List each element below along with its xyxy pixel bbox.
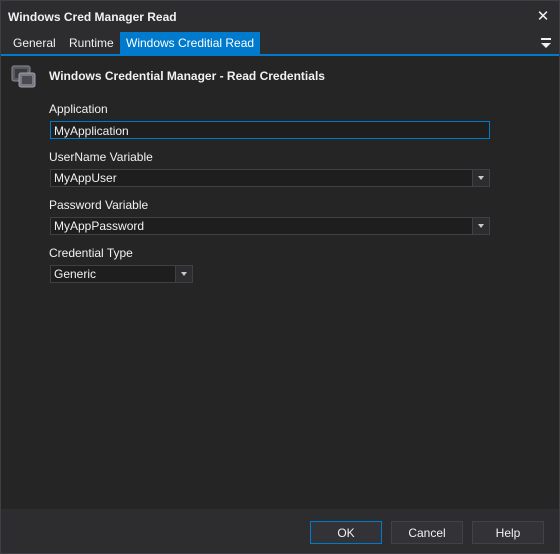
tab-content-panel: Windows Credential Manager - Read Creden… — [1, 56, 559, 509]
close-icon: ✕ — [536, 8, 550, 25]
tab-runtime[interactable]: Runtime — [63, 32, 120, 54]
credential-type-label: Credential Type — [49, 246, 133, 260]
credential-manager-icon — [11, 65, 36, 88]
page-title: Windows Credential Manager - Read Creden… — [49, 69, 325, 83]
chevron-down-icon[interactable] — [472, 218, 489, 234]
password-variable-combo[interactable]: MyAppPassword — [50, 217, 490, 235]
ok-button[interactable]: OK — [310, 521, 382, 544]
password-variable-value: MyAppPassword — [54, 219, 145, 233]
help-button[interactable]: Help — [472, 521, 544, 544]
username-variable-combo[interactable]: MyAppUser — [50, 169, 490, 187]
tab-bar: General Runtime Windows Creditial Read — [1, 32, 559, 56]
tab-general[interactable]: General — [7, 32, 62, 54]
dialog-footer: OK Cancel Help — [1, 509, 559, 553]
tab-overflow-menu-icon[interactable] — [539, 35, 553, 51]
cancel-button[interactable]: Cancel — [391, 521, 463, 544]
window-title: Windows Cred Manager Read — [8, 10, 177, 24]
password-variable-label: Password Variable — [49, 198, 149, 212]
username-variable-label: UserName Variable — [49, 150, 153, 164]
title-bar: Windows Cred Manager Read ✕ — [1, 1, 559, 32]
credential-type-select[interactable]: Generic — [50, 265, 193, 283]
close-button[interactable]: ✕ — [533, 6, 553, 26]
credential-type-value: Generic — [54, 267, 97, 281]
username-variable-value: MyAppUser — [54, 171, 117, 185]
chevron-down-icon[interactable] — [472, 170, 489, 186]
tab-windows-creditial-read[interactable]: Windows Creditial Read — [120, 32, 261, 54]
application-label: Application — [49, 102, 108, 116]
dialog-window: Windows Cred Manager Read ✕ General Runt… — [0, 0, 560, 554]
chevron-down-icon[interactable] — [175, 266, 192, 282]
application-input[interactable]: MyApplication — [50, 121, 490, 139]
